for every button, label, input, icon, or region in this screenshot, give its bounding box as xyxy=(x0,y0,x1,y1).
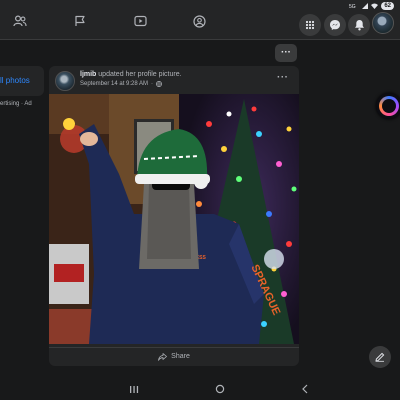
system-status-bar: 5G 62 xyxy=(340,0,400,12)
assistant-ring-icon xyxy=(379,96,399,116)
post-timestamp[interactable]: September 14 at 9:28 AM xyxy=(80,81,148,87)
watch-video-icon[interactable] xyxy=(131,12,149,30)
compose-button[interactable] xyxy=(369,346,391,368)
sidebar-footer-links[interactable]: ertising · Ad xyxy=(0,101,32,107)
nfc-icon: 5G xyxy=(349,4,356,9)
photo-illustration: SPRAGUE STARNESS xyxy=(49,94,299,344)
signal-icon xyxy=(362,3,369,9)
post-header: ljmib updated her profile picture. xyxy=(80,71,182,78)
share-label: Share xyxy=(171,353,190,360)
app-screen: 5G 62 ··· ll photos ertising · Ad ljmib … xyxy=(0,0,400,400)
back-icon[interactable] xyxy=(299,383,311,395)
recent-apps-icon[interactable] xyxy=(128,383,140,395)
post-author-avatar[interactable] xyxy=(55,71,75,91)
messenger-icon[interactable] xyxy=(324,14,346,36)
post-author-name[interactable]: ljmib xyxy=(80,71,96,78)
more-options-button[interactable]: ··· xyxy=(275,44,297,62)
share-arrow-icon xyxy=(158,352,168,361)
compose-pencil-icon xyxy=(375,352,385,362)
system-navigation-bar xyxy=(0,378,400,400)
groups-icon[interactable] xyxy=(190,12,208,30)
menu-grid-icon[interactable] xyxy=(299,14,321,36)
post-more-button[interactable]: ··· xyxy=(277,72,289,83)
svg-text:5G: 5G xyxy=(349,4,356,9)
profile-picture-photo[interactable]: SPRAGUE STARNESS xyxy=(49,94,299,344)
friends-icon[interactable] xyxy=(11,12,29,30)
post-card: ljmib updated her profile picture. Septe… xyxy=(49,66,299,366)
wifi-icon xyxy=(371,3,379,9)
profile-avatar[interactable] xyxy=(372,12,394,34)
post-action-text: updated her profile picture. xyxy=(96,71,182,78)
notifications-bell-icon[interactable] xyxy=(348,14,370,36)
meta-separator: · xyxy=(151,81,154,87)
share-button[interactable]: Share xyxy=(49,347,299,365)
globe-icon xyxy=(156,81,162,87)
home-icon[interactable] xyxy=(214,383,226,395)
battery-indicator: 62 xyxy=(381,2,394,10)
all-photos-link[interactable]: ll photos xyxy=(0,76,30,85)
post-meta: September 14 at 9:28 AM · xyxy=(80,81,162,87)
pages-flag-icon[interactable] xyxy=(71,12,89,30)
floating-assistant-bubble[interactable] xyxy=(376,93,400,119)
